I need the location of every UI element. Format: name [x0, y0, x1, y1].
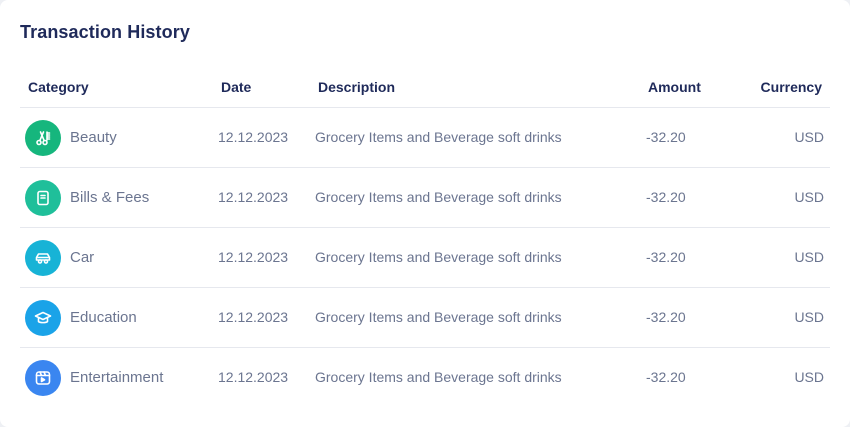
- transaction-date: 12.12.2023: [218, 249, 289, 265]
- transaction-description: Grocery Items and Beverage soft drinks: [315, 249, 562, 265]
- category-name: Bills & Fees: [70, 189, 150, 206]
- column-header-amount[interactable]: Amount: [648, 79, 701, 95]
- column-header-description[interactable]: Description: [318, 79, 395, 95]
- transaction-currency: USD: [794, 369, 824, 385]
- card-title: Transaction History: [20, 22, 190, 42]
- table-row[interactable]: Bills & Fees 12.12.2023 Grocery Items an…: [20, 168, 830, 228]
- category-name: Entertainment: [70, 369, 164, 386]
- transaction-date: 12.12.2023: [218, 369, 289, 385]
- transaction-description: Grocery Items and Beverage soft drinks: [315, 129, 562, 145]
- table-row[interactable]: Entertainment 12.12.2023 Grocery Items a…: [20, 348, 830, 408]
- transaction-amount: -32.20: [646, 129, 686, 145]
- receipt-icon: [25, 180, 61, 216]
- graduation-cap-icon: [25, 300, 61, 336]
- transaction-date: 12.12.2023: [218, 189, 289, 205]
- car-icon: [25, 240, 61, 276]
- table-row[interactable]: Beauty 12.12.2023 Grocery Items and Beve…: [20, 108, 830, 168]
- transaction-currency: USD: [794, 129, 824, 145]
- category-name: Car: [70, 249, 95, 266]
- category-name: Education: [70, 309, 137, 326]
- transaction-date: 12.12.2023: [218, 309, 289, 325]
- video-play-icon: [25, 360, 61, 396]
- column-header-category[interactable]: Category: [28, 79, 89, 95]
- scissors-comb-icon: [25, 120, 61, 156]
- table-row[interactable]: Education 12.12.2023 Grocery Items and B…: [20, 288, 830, 348]
- table-row[interactable]: Car 12.12.2023 Grocery Items and Beverag…: [20, 228, 830, 288]
- transaction-amount: -32.20: [646, 369, 686, 385]
- category-name: Beauty: [70, 129, 117, 146]
- transaction-date: 12.12.2023: [218, 129, 289, 145]
- transaction-amount: -32.20: [646, 189, 686, 205]
- transaction-currency: USD: [794, 309, 824, 325]
- transaction-currency: USD: [794, 249, 824, 265]
- transaction-description: Grocery Items and Beverage soft drinks: [315, 309, 562, 325]
- column-header-date[interactable]: Date: [221, 79, 251, 95]
- transaction-amount: -32.20: [646, 249, 686, 265]
- transaction-currency: USD: [794, 189, 824, 205]
- transaction-history-card: Transaction History Category Date Descri…: [0, 0, 850, 427]
- column-header-currency[interactable]: Currency: [761, 79, 822, 95]
- table-header: Category Date Description Amount Currenc…: [20, 68, 830, 108]
- transaction-description: Grocery Items and Beverage soft drinks: [315, 369, 562, 385]
- transaction-description: Grocery Items and Beverage soft drinks: [315, 189, 562, 205]
- transaction-amount: -32.20: [646, 309, 686, 325]
